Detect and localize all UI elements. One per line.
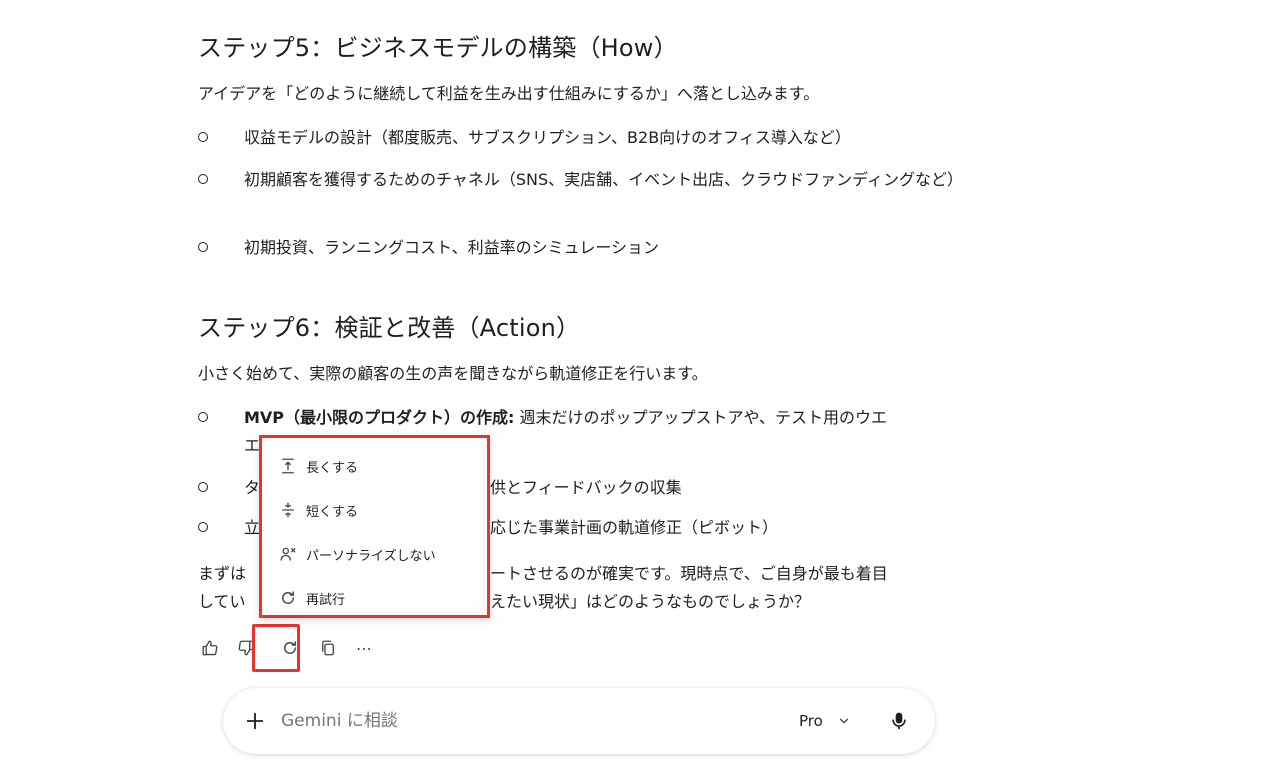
bullet-circle-icon	[198, 132, 208, 142]
more-icon: ⋯	[356, 638, 372, 658]
more-button[interactable]: ⋯	[348, 632, 380, 664]
list-item-text: 初期投資、ランニングコスト、利益率のシミュレーション	[244, 238, 660, 257]
list-item-text: MVP（最小限のプロダクト）の作成: 週末だけのポップアップストアや、テスト用の…	[244, 404, 964, 432]
list-item-text: 収益モデルの設計（都度販売、サブスクリプション、B2B向けのオフィス導入など）	[244, 128, 851, 147]
bullet-circle-icon	[198, 522, 208, 532]
model-selector[interactable]: Pro	[799, 708, 851, 734]
microphone-button[interactable]	[887, 709, 911, 733]
shorten-icon	[278, 500, 298, 520]
menu-item-no-personalize[interactable]: パーソナライズしない	[262, 534, 487, 574]
list-item-body: 週末だけのポップアップストアや、テスト用のウエ	[514, 408, 888, 427]
model-label: Pro	[799, 712, 823, 730]
closing-line-2-end: えたい現状」はどのようなものでしょうか？	[490, 592, 811, 611]
list-item-text-end: 応じた事業計画の軌道修正（ピボット）	[490, 518, 779, 537]
step5-intro: アイデアを「どのように継続して利益を生み出す仕組みにするか」へ落とし込みます。	[198, 84, 820, 103]
thumb-up-icon	[202, 640, 218, 656]
retry-icon	[278, 588, 298, 608]
expand-icon	[278, 456, 298, 476]
closing-line-1-start: まずは	[198, 564, 247, 583]
redo-highlight	[252, 624, 300, 672]
menu-item-retry[interactable]: 再試行	[262, 578, 487, 618]
bullet-circle-icon	[198, 174, 208, 184]
closing-line-2-start: してい	[198, 592, 246, 611]
bullet-circle-icon	[198, 242, 208, 252]
menu-item-label: 長くする	[306, 460, 359, 476]
copy-icon	[322, 640, 334, 656]
list-item-text-end: 供とフィードバックの収集	[490, 478, 682, 497]
microphone-icon	[892, 712, 906, 730]
bullet-circle-icon	[198, 482, 208, 492]
chevron-down-icon	[839, 718, 848, 724]
step6-intro: 小さく始めて、実際の顧客の生の声を聞きながら軌道修正を行います。	[198, 364, 708, 383]
closing-line-1-end: ートさせるのが確実です。現時点で、ご自身が最も着目	[490, 564, 888, 583]
step6-heading: ステップ6：検証と改善（Action）	[198, 314, 581, 342]
menu-item-shorter[interactable]: 短くする	[262, 490, 487, 530]
prompt-input[interactable]	[281, 708, 781, 734]
menu-item-label: パーソナライズしない	[306, 548, 436, 564]
modify-response-menu: 長くする 短くする パーソナライズしない 再試行	[259, 435, 490, 618]
list-item-text: 初期顧客を獲得するためのチャネル（SNS、実店舗、イベント出店、クラウドファンデ…	[244, 170, 964, 189]
menu-item-longer[interactable]: 長くする	[262, 446, 487, 486]
bullet-circle-icon	[198, 412, 208, 422]
copy-button[interactable]	[312, 632, 344, 664]
prompt-bar: Pro	[223, 688, 935, 754]
plus-icon	[246, 712, 264, 730]
menu-item-label: 短くする	[306, 504, 359, 520]
menu-item-label: 再試行	[306, 592, 346, 608]
thumb-up-button[interactable]	[194, 632, 226, 664]
add-button[interactable]	[243, 709, 267, 733]
person-off-icon	[278, 544, 298, 564]
list-item-bold-label: MVP（最小限のプロダクト）の作成:	[244, 408, 515, 427]
step5-heading: ステップ5：ビジネスモデルの構築（How）	[198, 34, 678, 62]
